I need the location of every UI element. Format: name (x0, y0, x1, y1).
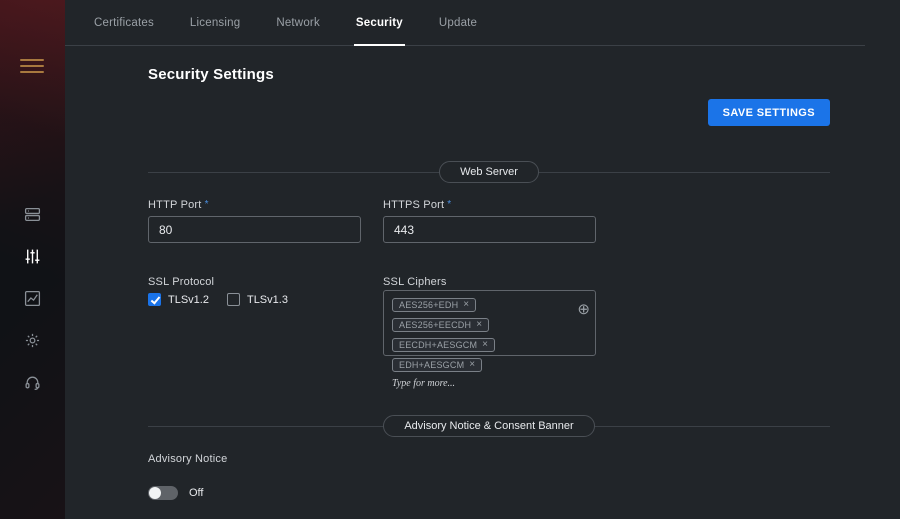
web-server-section-label: Web Server (439, 161, 539, 183)
remove-chip-icon[interactable]: × (469, 360, 475, 370)
sidebar-nav (0, 205, 65, 391)
tab-bar: Certificates Licensing Network Security … (65, 0, 865, 46)
add-cipher-icon[interactable]: ⊕ (577, 302, 590, 317)
advisory-notice-label: Advisory Notice (148, 453, 228, 465)
page-title: Security Settings (148, 66, 274, 83)
system-gear-icon[interactable] (24, 331, 42, 349)
https-port-input[interactable] (383, 216, 596, 243)
cipher-chip: AES256+EECDH × (392, 318, 490, 332)
reports-chart-icon[interactable] (24, 289, 42, 307)
tab-update[interactable]: Update (437, 0, 479, 45)
cipher-chip: AES256+EDH × (392, 298, 477, 312)
remove-chip-icon[interactable]: × (476, 320, 482, 330)
advisory-toggle[interactable] (148, 486, 178, 500)
required-asterisk: * (447, 199, 452, 210)
tab-licensing[interactable]: Licensing (188, 0, 242, 45)
settings-sliders-icon[interactable] (24, 247, 42, 265)
toggle-knob (149, 487, 161, 499)
advisory-section-divider: Advisory Notice & Consent Banner (148, 415, 830, 437)
cipher-chip: EECDH+AESGCM × (392, 338, 496, 352)
ssl-protocol-options: TLSv1.2 TLSv1.3 (148, 293, 288, 306)
checkbox-icon[interactable] (148, 293, 161, 306)
tab-security[interactable]: Security (353, 0, 405, 46)
tlsv13-label: TLSv1.3 (246, 293, 288, 306)
appliance-icon[interactable] (24, 205, 42, 223)
advisory-toggle-state: Off (189, 487, 204, 499)
sidebar (0, 0, 65, 519)
cipher-chip-list: AES256+EDH × AES256+EECDH × EECDH+AESGCM × … (392, 298, 569, 372)
remove-chip-icon[interactable]: × (482, 340, 488, 350)
cipher-chip: EDH+AESGCM × (392, 358, 483, 372)
tab-network[interactable]: Network (274, 0, 322, 45)
advisory-toggle-row: Off (148, 486, 203, 500)
menu-icon[interactable] (20, 59, 44, 77)
http-port-input[interactable] (148, 216, 361, 243)
support-headset-icon[interactable] (24, 373, 42, 391)
ssl-protocol-label: SSL Protocol (148, 276, 215, 288)
app-window: Certificates Licensing Network Security … (0, 0, 900, 519)
ssl-ciphers-label: SSL Ciphers (383, 276, 447, 288)
cipher-type-more-input[interactable] (392, 378, 552, 389)
remove-chip-icon[interactable]: × (463, 300, 469, 310)
tlsv13-checkbox[interactable]: TLSv1.3 (226, 293, 288, 306)
tlsv12-label: TLSv1.2 (168, 293, 209, 306)
web-server-section-divider: Web Server (148, 161, 830, 183)
http-port-label: HTTP Port * (148, 199, 209, 211)
https-port-label: HTTPS Port * (383, 199, 452, 211)
checkbox-icon[interactable] (226, 293, 240, 306)
advisory-section-label: Advisory Notice & Consent Banner (383, 415, 595, 437)
tlsv12-checkbox[interactable]: TLSv1.2 (148, 293, 209, 306)
required-asterisk: * (204, 199, 209, 210)
ssl-ciphers-box[interactable]: AES256+EDH × AES256+EECDH × EECDH+AESGCM × … (383, 290, 596, 389)
save-settings-button[interactable]: SAVE SETTINGS (707, 99, 830, 126)
tab-certificates[interactable]: Certificates (92, 0, 156, 45)
